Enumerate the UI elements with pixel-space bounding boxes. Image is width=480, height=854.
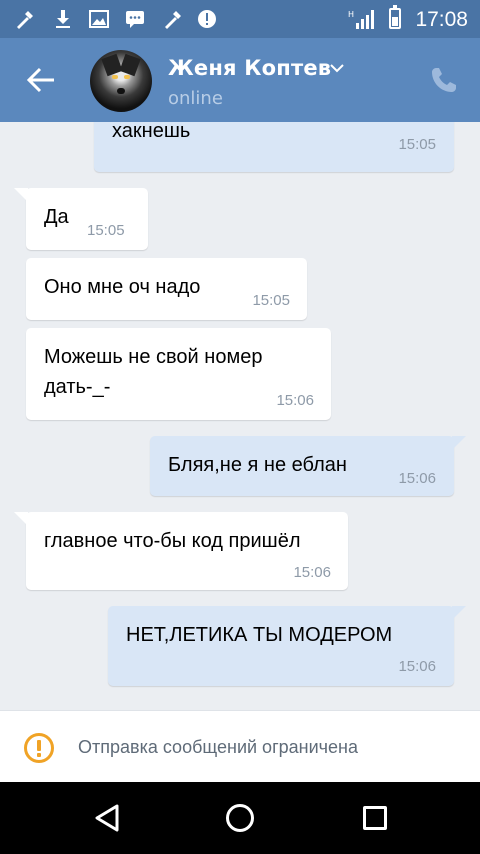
message-time: 15:06 [398,658,436,675]
message-time: 15:05 [252,292,290,309]
message-icon [126,11,144,28]
message-time: 15:05 [87,222,125,239]
message-text: Бляя,не я не еблан [168,454,347,476]
back-arrow-icon[interactable] [26,66,56,94]
message-text: главное что-бы код пришёл [44,530,301,552]
alert-icon [198,10,216,28]
message-text: хакнешь [112,122,191,142]
clock: 17:08 [415,8,468,31]
signal-icon: H [348,10,374,29]
chevron-down-icon[interactable] [330,63,344,73]
download-icon [56,10,70,28]
svg-text:H: H [348,10,354,19]
message-incoming[interactable]: главное что-бы код пришёл 15:06 [14,512,348,590]
message-incoming[interactable]: Оно мне оч надо 15:05 [26,258,307,320]
message-text: Да [44,206,69,228]
status-bar: H 17:08 [0,0,480,38]
message-time: 15:06 [398,470,436,487]
restriction-text: Отправка сообщений ограничена [78,737,358,757]
restriction-banner: Отправка сообщений ограничена [0,710,480,782]
nav-back-icon[interactable] [94,804,120,832]
message-text: Можешь не свой номер дать-_- [44,346,263,398]
contact-name[interactable]: Женя Коптев [168,56,331,80]
message-time: 15:06 [293,564,331,581]
message-text: НЕТ,ЛЕТИКА ТЫ МОДЕРОМ [126,624,393,646]
contact-status: online [168,88,223,109]
phone-icon[interactable] [430,66,458,94]
warning-icon [24,733,54,763]
cleaner-icon [17,11,33,29]
message-time: 15:06 [276,392,314,409]
message-outgoing[interactable]: НЕТ,ЛЕТИКА ТЫ МОДЕРОМ 15:06 [108,606,466,686]
cleaner-icon-2 [165,11,181,29]
message-incoming[interactable]: Да 15:05 [14,188,148,250]
nav-recents-icon[interactable] [363,806,387,830]
battery-icon [389,5,401,29]
navigation-bar [0,782,480,854]
message-text: Оно мне оч надо [44,276,201,298]
message-outgoing[interactable]: хакнешь 15:05 [94,122,454,172]
chat-header: Женя Коптев online [0,38,480,122]
message-list[interactable]: хакнешь 15:05 Да 15:05 Оно мне оч надо 1… [0,122,480,710]
message-incoming[interactable]: Можешь не свой номер дать-_- 15:06 [26,328,331,420]
image-icon [89,10,109,28]
nav-home-icon[interactable] [226,804,254,832]
message-outgoing[interactable]: Бляя,не я не еблан 15:06 [150,436,466,496]
avatar[interactable] [90,50,152,112]
message-time: 15:05 [398,136,436,153]
